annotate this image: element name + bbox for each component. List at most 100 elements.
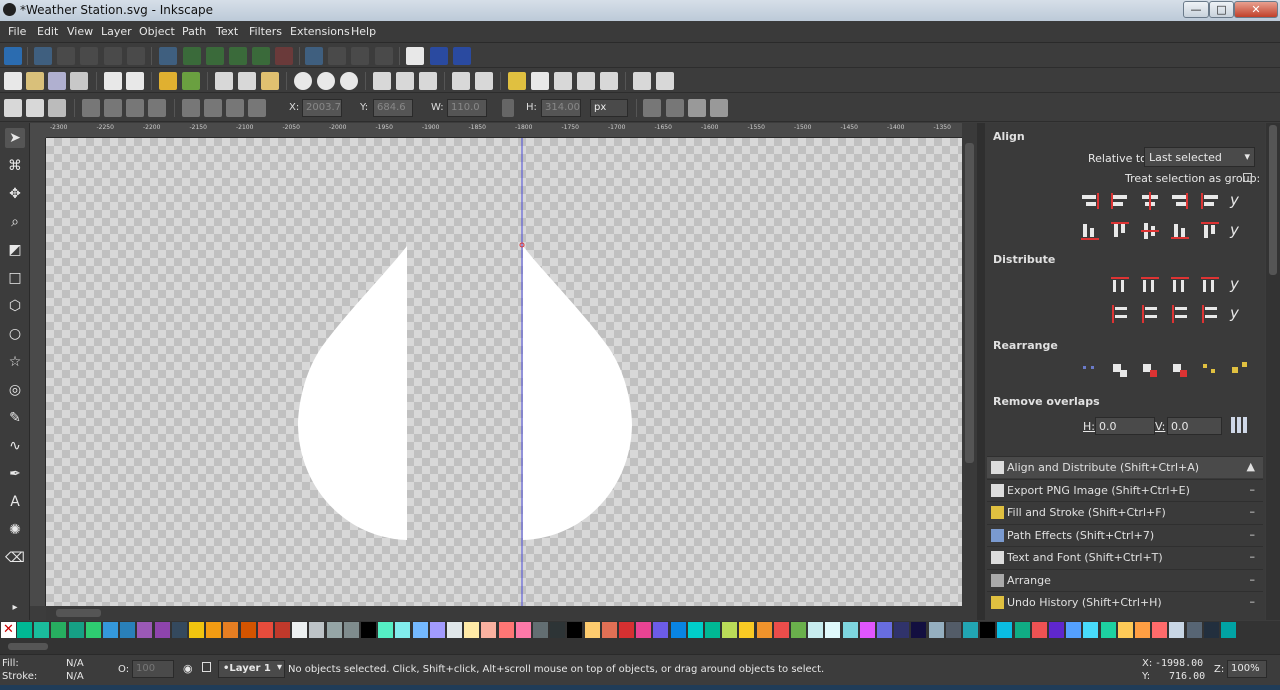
fill-indicator[interactable]: N/A: [66, 658, 84, 669]
clone-icon[interactable]: [396, 72, 414, 90]
randomize-positions-icon[interactable]: [1200, 360, 1220, 380]
color-swatch[interactable]: [378, 622, 394, 638]
group-icon[interactable]: [452, 72, 470, 90]
color-swatch[interactable]: [1169, 622, 1185, 638]
undo-icon[interactable]: [159, 72, 177, 90]
layers-dialog-icon[interactable]: [554, 72, 572, 90]
menu-extensions[interactable]: Extensions: [290, 25, 350, 38]
zoom-drawing-icon[interactable]: [317, 72, 335, 90]
color-swatch[interactable]: [601, 622, 617, 638]
snap-corner-icon[interactable]: [80, 47, 98, 65]
distribute-gaps-h-icon[interactable]: [1200, 275, 1220, 295]
snap-rotation-center-icon[interactable]: [328, 47, 346, 65]
menu-layer[interactable]: Layer: [101, 25, 132, 38]
snap-paths-icon[interactable]: [183, 47, 201, 65]
color-swatch[interactable]: [51, 622, 67, 638]
color-swatch[interactable]: [739, 622, 755, 638]
flip-horizontal-icon[interactable]: [126, 99, 144, 117]
remove-overlaps-graph-icon[interactable]: [1080, 360, 1100, 380]
snap-center-icon[interactable]: [127, 47, 145, 65]
unlink-clone-icon[interactable]: [419, 72, 437, 90]
color-swatch[interactable]: [773, 622, 789, 638]
color-swatch[interactable]: [945, 622, 961, 638]
menu-edit[interactable]: Edit: [37, 25, 58, 38]
color-swatch[interactable]: [705, 622, 720, 638]
y-field[interactable]: 684.6: [373, 99, 413, 117]
color-swatch[interactable]: [68, 622, 84, 638]
text-tool-icon[interactable]: A: [5, 492, 25, 512]
color-swatch[interactable]: [17, 622, 32, 638]
flip-vertical-icon[interactable]: [148, 99, 166, 117]
color-swatch[interactable]: [859, 622, 875, 638]
color-swatch[interactable]: [326, 622, 342, 638]
align-left-icon[interactable]: [1110, 191, 1130, 211]
move-patterns-icon[interactable]: [710, 99, 728, 117]
color-swatch[interactable]: [722, 622, 738, 638]
unclump-icon[interactable]: [1230, 360, 1250, 380]
color-swatch[interactable]: [687, 622, 703, 638]
color-swatch[interactable]: [154, 622, 170, 638]
color-swatch[interactable]: [756, 622, 772, 638]
dock-scrollbar[interactable]: [1266, 123, 1280, 620]
snap-edge-icon[interactable]: [57, 47, 75, 65]
color-swatch[interactable]: [309, 622, 325, 638]
raise-icon[interactable]: [204, 99, 222, 117]
align-top-edge-icon[interactable]: [1200, 221, 1220, 241]
color-swatch[interactable]: [894, 622, 910, 638]
color-swatch[interactable]: [498, 622, 514, 638]
distribute-gaps-v-icon[interactable]: [1200, 304, 1220, 324]
snap-intersection-icon[interactable]: [206, 47, 224, 65]
zoom-selection-icon[interactable]: [294, 72, 312, 90]
color-swatch[interactable]: [292, 622, 308, 638]
tweak-tool-icon[interactable]: ✥: [5, 184, 25, 204]
stroke-indicator[interactable]: N/A: [66, 671, 84, 682]
right-drop-half[interactable]: [523, 246, 632, 540]
minimize-tab-icon[interactable]: –: [1250, 483, 1256, 496]
distribute-left-icon[interactable]: [1110, 275, 1130, 295]
cut-icon[interactable]: [238, 72, 256, 90]
distribute-top-icon[interactable]: [1110, 304, 1130, 324]
snap-bbox-icon[interactable]: [34, 47, 52, 65]
distribute-baseline-h-icon[interactable]: y: [1230, 275, 1250, 295]
color-swatch[interactable]: [395, 622, 411, 638]
minimize-tab-icon[interactable]: –: [1250, 528, 1256, 541]
distribute-baseline-v-icon[interactable]: y: [1230, 304, 1250, 324]
color-swatch[interactable]: [1135, 622, 1150, 638]
color-swatch[interactable]: [1083, 622, 1099, 638]
snap-page-border-icon[interactable]: [406, 47, 424, 65]
menu-path[interactable]: Path: [182, 25, 206, 38]
align-left-edge-icon[interactable]: [1200, 191, 1220, 211]
dock-tab-undo-history[interactable]: Undo History (Shift+Ctrl+H) –: [987, 591, 1263, 613]
color-swatch[interactable]: [963, 622, 978, 638]
node-tool-icon[interactable]: ⌘: [5, 156, 25, 176]
color-swatch[interactable]: [137, 622, 153, 638]
exchange-clockwise-icon[interactable]: [1170, 360, 1190, 380]
relative-to-select[interactable]: Last selected ▾: [1144, 147, 1255, 167]
snap-line-mid-icon[interactable]: [275, 47, 293, 65]
snap-toggle-icon[interactable]: [4, 47, 22, 65]
zoom-tool-icon[interactable]: ⌕: [5, 212, 25, 232]
unit-select[interactable]: px: [590, 99, 628, 117]
color-swatch[interactable]: [533, 622, 548, 638]
fill-stroke-dialog-icon[interactable]: [508, 72, 526, 90]
color-swatch[interactable]: [1186, 622, 1202, 638]
color-swatch[interactable]: [515, 622, 531, 638]
snap-text-baseline-icon[interactable]: [351, 47, 369, 65]
color-swatch[interactable]: [361, 622, 376, 638]
scale-corners-icon[interactable]: [666, 99, 684, 117]
star-tool-icon[interactable]: ☆: [5, 352, 25, 372]
eraser-tool-icon[interactable]: ⌫: [5, 548, 25, 568]
color-swatch[interactable]: [808, 622, 824, 638]
opacity-field[interactable]: 100: [132, 660, 174, 678]
distribute-bottom-icon[interactable]: [1170, 304, 1190, 324]
remove-overlaps-button[interactable]: [1229, 415, 1249, 435]
color-swatch[interactable]: [1014, 622, 1030, 638]
color-swatch[interactable]: [636, 622, 652, 638]
minimize-tab-icon[interactable]: –: [1250, 505, 1256, 518]
color-swatch[interactable]: [980, 622, 996, 638]
palette-scrollbar[interactable]: [0, 639, 1280, 654]
dock-handle[interactable]: [977, 123, 985, 620]
rotate-cw-icon[interactable]: [104, 99, 122, 117]
collapse-icon[interactable]: ▲: [1247, 460, 1255, 473]
color-swatch[interactable]: [1152, 622, 1168, 638]
